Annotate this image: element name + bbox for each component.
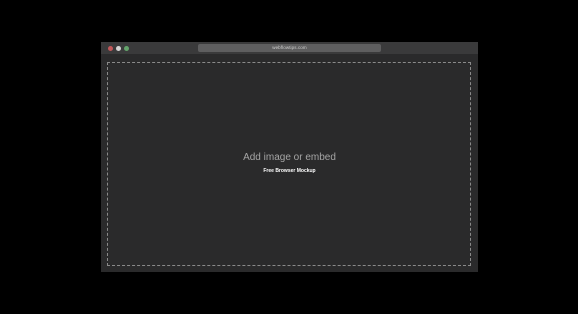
browser-window: webflowtips.com Add image or embed Free … [101, 42, 478, 272]
placeholder-title: Add image or embed [243, 152, 336, 163]
address-bar[interactable]: webflowtips.com [198, 44, 381, 52]
close-window-icon[interactable] [108, 45, 113, 51]
placeholder-subtitle: Free Browser Mockup [263, 168, 316, 174]
browser-titlebar: webflowtips.com [101, 42, 478, 54]
browser-viewport: Add image or embed Free Browser Mockup [101, 54, 478, 272]
maximize-window-icon[interactable] [124, 45, 129, 51]
minimize-window-icon[interactable] [116, 45, 121, 51]
image-embed-dropzone[interactable] [107, 62, 471, 266]
